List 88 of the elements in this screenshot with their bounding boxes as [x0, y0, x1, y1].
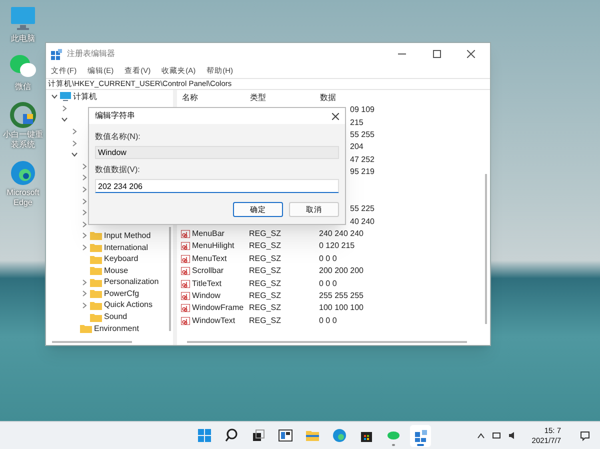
- table-cell: 0 0 0: [319, 314, 337, 327]
- folder-icon: [90, 312, 102, 322]
- tree-item[interactable]: Sound: [104, 311, 128, 324]
- folder-icon: [90, 254, 102, 264]
- table-cell-text: REG_SZ: [249, 302, 282, 314]
- table-cell-text: REG_SZ: [249, 314, 282, 327]
- tree-item[interactable]: Quick Actions: [104, 299, 152, 312]
- folder-icon: [80, 324, 92, 334]
- table-cell: 55 225: [350, 203, 374, 216]
- close-icon: [467, 50, 475, 58]
- close-icon: [332, 112, 339, 120]
- search-icon: [223, 427, 240, 444]
- field-label: 数值名称(N):: [95, 131, 142, 143]
- folder-icon: [90, 289, 102, 298]
- folder-icon: [90, 300, 102, 310]
- table-cell: 200 200 200: [319, 265, 364, 278]
- table-cell: 40 240: [350, 216, 374, 228]
- tree-item[interactable]: Input Method: [104, 230, 151, 242]
- string-value-icon: [181, 242, 190, 250]
- maximize-icon: [433, 50, 441, 58]
- tree-item[interactable]: Mouse: [104, 264, 128, 277]
- start-icon: [196, 427, 213, 444]
- notification-icon: [580, 430, 590, 440]
- table-cell: 204: [350, 141, 364, 154]
- registry-editor-icon: [51, 48, 62, 60]
- folder-icon: [90, 266, 102, 276]
- table-cell-text: REG_SZ: [249, 252, 282, 265]
- table-cell: 47 252: [350, 154, 374, 166]
- chevron-up-icon: [476, 432, 485, 440]
- tree-item[interactable]: Personalization: [104, 276, 159, 288]
- string-value-icon: [181, 267, 190, 276]
- data-input-field[interactable]: 202 234 206: [95, 179, 339, 193]
- string-value-icon: [181, 280, 190, 288]
- widgets-icon: [277, 427, 294, 444]
- table-cell: MenuHilight: [192, 240, 234, 252]
- field-label: 数值数据(V):: [95, 164, 141, 176]
- registry-editor-icon: [412, 427, 429, 444]
- edge-icon: [331, 427, 348, 444]
- table-cell: 95 219: [350, 166, 374, 178]
- folder-icon: [90, 278, 102, 287]
- table-cell: 240 240 240: [319, 228, 364, 240]
- table-cell: 100 100 100: [319, 302, 364, 314]
- string-value-icon: [181, 292, 190, 300]
- tree-item[interactable]: PowerCfg: [104, 288, 140, 300]
- table-cell: WindowFrame: [192, 302, 244, 314]
- folder-icon: [90, 243, 102, 252]
- table-cell: 09 109: [350, 104, 374, 116]
- scrollbar-thumb[interactable]: [52, 341, 132, 343]
- string-value-icon: [181, 230, 190, 238]
- table-cell: 0 120 215: [319, 240, 355, 252]
- scrollbar-thumb[interactable]: [169, 227, 171, 331]
- window-title: 注册表编辑器: [67, 48, 116, 60]
- table-cell: 255 255 255: [319, 290, 364, 302]
- table-cell-text: REG_SZ: [249, 240, 282, 252]
- table-cell-text: REG_SZ: [249, 290, 282, 302]
- tree-root-item[interactable]: 计算机: [73, 90, 97, 103]
- edge-icon: [8, 158, 38, 188]
- network-icon: [492, 431, 501, 440]
- table-cell: WindowText: [192, 314, 236, 327]
- table-cell-text: REG_SZ: [249, 228, 282, 240]
- table-cell: Window: [192, 290, 220, 302]
- monitor-icon: [60, 92, 71, 102]
- table-cell: 0 0 0: [319, 278, 337, 290]
- tree-item[interactable]: Keyboard: [104, 253, 138, 266]
- scrollbar-thumb[interactable]: [187, 341, 467, 343]
- table-cell: 55 255: [350, 128, 374, 141]
- string-value-icon: [181, 304, 190, 312]
- string-value-icon: [181, 254, 190, 263]
- name-field[interactable]: Window: [95, 146, 339, 159]
- table-cell-text: REG_SZ: [249, 265, 282, 278]
- table-cell: TitleText: [192, 278, 222, 290]
- tree-item[interactable]: International: [104, 242, 148, 254]
- task-view-icon: [250, 427, 267, 444]
- column-header[interactable]: 数据: [319, 92, 490, 104]
- table-cell: MenuBar: [192, 228, 224, 240]
- tree-item[interactable]: Environment: [94, 322, 139, 335]
- table-cell: Scrollbar: [192, 265, 224, 278]
- table-cell-text: REG_SZ: [249, 278, 282, 290]
- speaker-icon: [508, 431, 517, 440]
- dialog-title: 编辑字符串: [95, 110, 135, 122]
- table-cell: 215: [350, 116, 364, 129]
- folder-icon: [90, 231, 102, 240]
- column-header[interactable]: 名称: [181, 92, 249, 104]
- column-header[interactable]: 类型: [249, 92, 319, 104]
- table-cell: 0 0 0: [319, 252, 337, 265]
- table-cell: MenuText: [192, 252, 227, 265]
- scrollbar-thumb[interactable]: [485, 174, 487, 324]
- string-value-icon: [181, 316, 190, 325]
